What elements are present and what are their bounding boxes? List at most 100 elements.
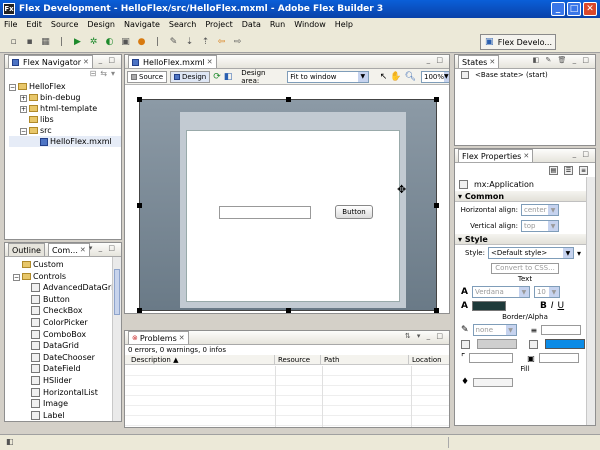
column-location[interactable]: Location (409, 355, 449, 364)
close-tab-icon[interactable]: ✕ (207, 58, 213, 66)
source-mode-button[interactable]: Source (127, 70, 168, 83)
halign-combo[interactable]: center ▼ (521, 204, 559, 216)
border-style-combo[interactable]: none ▼ (472, 324, 517, 336)
column-description[interactable]: Description ▲ (125, 355, 275, 364)
min-max-icon[interactable]: _ □ (99, 56, 117, 64)
preview-icon[interactable]: ◧ (224, 72, 233, 82)
close-button[interactable]: ✕ (583, 2, 597, 16)
bold-icon[interactable]: B (540, 301, 547, 311)
column-resource[interactable]: Resource (275, 355, 321, 364)
design-mode-button[interactable]: Design (170, 70, 211, 83)
component-item[interactable]: − Controls (9, 271, 121, 283)
font-combo[interactable]: Verdana ▼ (471, 286, 530, 298)
tab-components[interactable]: Com... ✕ (47, 243, 90, 256)
component-item[interactable]: ColorPicker (9, 317, 121, 329)
min-max-icon[interactable]: ⇅ ▾ _ □ (405, 332, 445, 340)
link-editor-icon[interactable]: ⇆ (100, 69, 107, 81)
debug-icon[interactable]: ✲ (88, 36, 99, 47)
alpha-view-icon[interactable]: ≡ (579, 165, 588, 175)
expand-toggle-icon[interactable]: − (13, 273, 20, 281)
menu-design[interactable]: Design (87, 20, 115, 29)
component-item[interactable]: Button (9, 294, 121, 306)
close-tab-icon[interactable]: ✕ (523, 152, 529, 160)
underline-icon[interactable]: U (558, 301, 565, 311)
alpha-input[interactable] (538, 353, 579, 363)
tab-problems[interactable]: ⊗ Problems ✕ (128, 331, 189, 344)
navigator-item[interactable]: + html-template (9, 103, 121, 114)
text-color-swatch[interactable] (471, 301, 506, 311)
run-icon[interactable]: ▶ (72, 36, 83, 47)
component-item[interactable]: HSlider (9, 375, 121, 387)
navigator-item[interactable]: + bin-debug (9, 92, 121, 103)
resize-handle[interactable] (137, 203, 142, 208)
navigator-item[interactable]: − src (9, 125, 121, 136)
close-tab-icon[interactable]: ✕ (83, 58, 89, 66)
minimize-button[interactable]: _ (551, 2, 565, 16)
expand-toggle-icon[interactable]: + (20, 106, 27, 113)
tab-outline[interactable]: Outline (8, 243, 45, 256)
prev-annotation-icon[interactable]: ⇡ (200, 36, 211, 47)
navigator-item[interactable]: libs (9, 114, 121, 125)
menu-data[interactable]: Data (242, 20, 261, 29)
component-item[interactable]: DateChooser (9, 352, 121, 364)
menu-window[interactable]: Window (294, 20, 326, 29)
column-path[interactable]: Path (321, 355, 409, 364)
resize-handle[interactable] (286, 308, 291, 313)
menu-help[interactable]: Help (335, 20, 353, 29)
maximize-button[interactable]: □ (567, 2, 581, 16)
zoom-tool-icon[interactable]: 🔍︎ (405, 72, 416, 82)
component-item[interactable]: AdvancedDataGrid (9, 282, 121, 294)
menu-navigate[interactable]: Navigate (124, 20, 160, 29)
edit-style-icon[interactable]: ▾ (577, 249, 581, 258)
section-style[interactable]: ▾ Style (455, 234, 595, 245)
resize-handle[interactable] (434, 97, 439, 102)
export-icon[interactable]: ▣ (120, 36, 131, 47)
canvas-button[interactable]: Button (335, 205, 373, 219)
component-item[interactable]: DateField (9, 363, 121, 375)
fast-view-icon[interactable]: ◧ (6, 437, 14, 446)
min-max-icon[interactable]: ◧ ✎ 🗑 _ □ (533, 56, 591, 64)
state-item-base[interactable]: <Base state> (start) (455, 69, 595, 81)
save-icon[interactable]: ▪ (24, 36, 35, 47)
fill-color-swatch[interactable] (545, 339, 585, 349)
print-icon[interactable]: ▦ (40, 36, 51, 47)
select-tool-icon[interactable]: ↖ (380, 72, 388, 82)
category-view-icon[interactable]: ☰ (564, 165, 573, 175)
min-max-icon[interactable]: _ □ (427, 56, 445, 64)
properties-scrollbar[interactable] (586, 177, 595, 425)
component-item[interactable]: HorizontalList (9, 387, 121, 399)
canvas-text-input[interactable] (219, 206, 311, 219)
refresh-icon[interactable]: ⟳ (213, 72, 221, 82)
pen-icon[interactable]: ✎ (168, 36, 179, 47)
component-item[interactable]: ComboBox (9, 329, 121, 341)
zoom-combo[interactable]: 100% ▼ (421, 70, 449, 83)
close-tab-icon[interactable]: ✕ (80, 246, 86, 254)
application-stage[interactable]: Button (186, 130, 400, 302)
component-item[interactable]: Custom (9, 259, 121, 271)
font-size-combo[interactable]: 10 ▼ (533, 286, 560, 298)
menu-project[interactable]: Project (205, 20, 232, 29)
navigator-item[interactable]: − HelloFlex (9, 81, 121, 92)
design-area-combo[interactable]: Fit to window ▼ (287, 70, 369, 83)
resize-handle[interactable] (286, 97, 291, 102)
expand-toggle-icon[interactable]: − (20, 128, 27, 135)
resize-handle[interactable] (434, 203, 439, 208)
corner-radius-input[interactable] (469, 353, 514, 363)
border-weight-input[interactable] (541, 325, 582, 335)
scroll-thumb[interactable] (114, 269, 120, 315)
border-color-swatch[interactable] (477, 339, 517, 349)
style-combo[interactable]: <Default style> ▼ (487, 247, 574, 259)
collapse-all-icon[interactable]: ⊟ (90, 69, 97, 81)
resize-handle[interactable] (434, 308, 439, 313)
new-icon[interactable]: ▫ (8, 36, 19, 47)
valign-combo[interactable]: top ▼ (521, 220, 559, 232)
forward-icon[interactable]: ⇨ (232, 36, 243, 47)
component-item[interactable]: DataGrid (9, 340, 121, 352)
menu-source[interactable]: Source (51, 20, 78, 29)
standard-view-icon[interactable]: ▤ (549, 165, 558, 175)
min-max-icon[interactable]: _ □ (573, 150, 591, 158)
italic-icon[interactable]: I (551, 301, 554, 311)
tab-flex-navigator[interactable]: Flex Navigator ✕ (8, 55, 93, 68)
close-tab-icon[interactable]: ✕ (179, 334, 185, 342)
back-icon[interactable]: ⇦ (216, 36, 227, 47)
